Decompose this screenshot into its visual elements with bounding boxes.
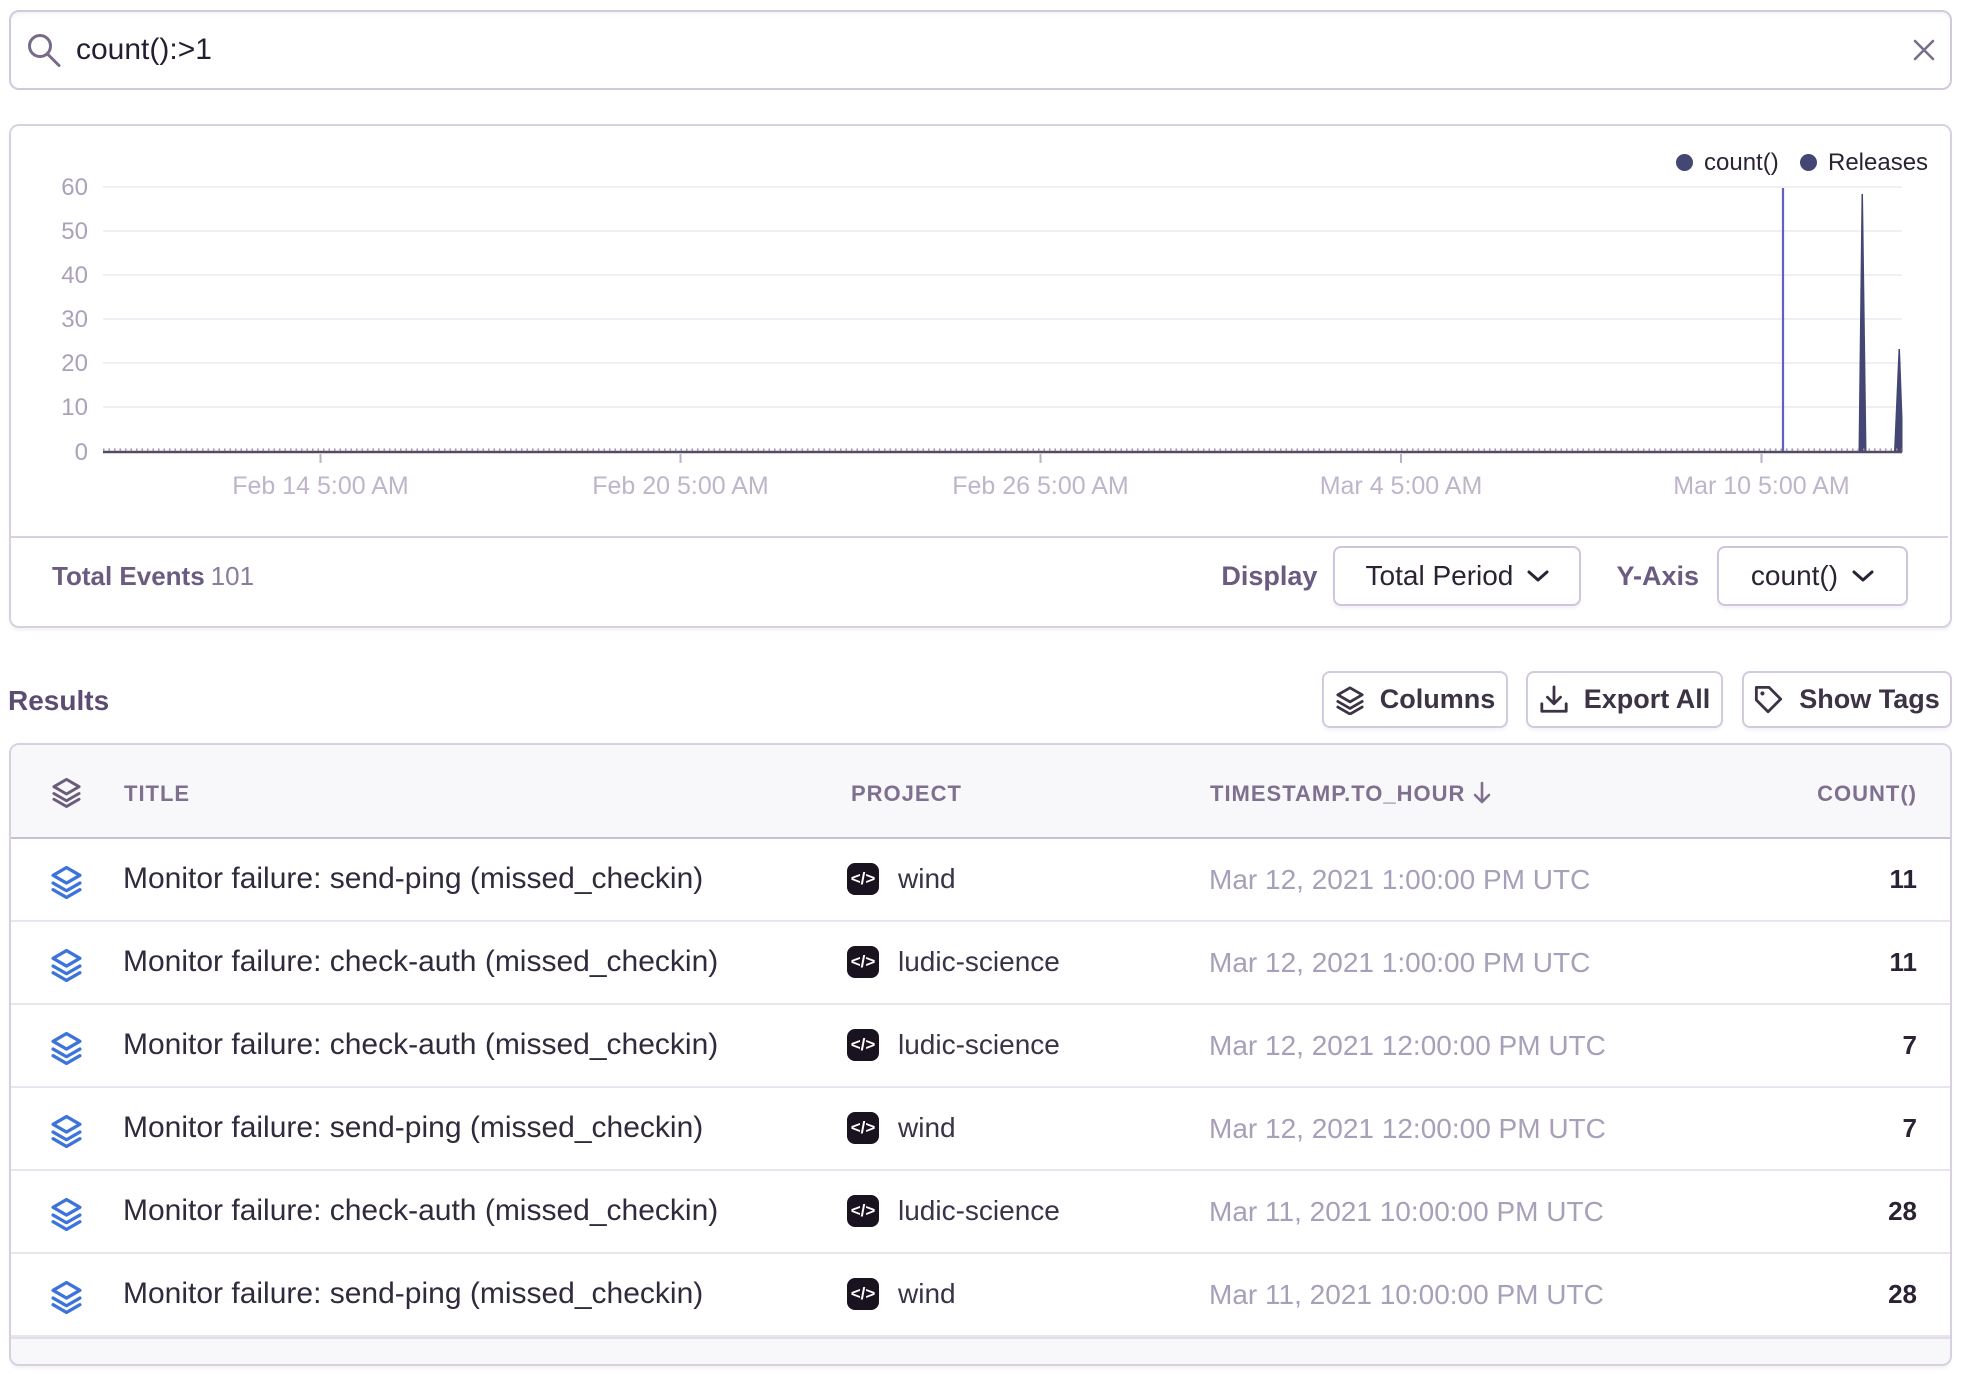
svg-text:50: 50: [61, 218, 88, 245]
svg-text:Feb 20 5:00 AM: Feb 20 5:00 AM: [592, 472, 769, 500]
svg-text:Feb 26 5:00 AM: Feb 26 5:00 AM: [952, 472, 1129, 500]
svg-text:20: 20: [61, 350, 88, 377]
svg-text:30: 30: [61, 306, 88, 333]
svg-text:40: 40: [61, 262, 88, 289]
svg-text:10: 10: [61, 394, 88, 421]
svg-text:Feb 14 5:00 AM: Feb 14 5:00 AM: [232, 472, 409, 500]
svg-text:0: 0: [75, 439, 88, 466]
svg-text:Mar 10 5:00 AM: Mar 10 5:00 AM: [1673, 472, 1849, 500]
svg-text:Mar 4 5:00 AM: Mar 4 5:00 AM: [1320, 472, 1483, 500]
svg-text:60: 60: [61, 174, 88, 201]
